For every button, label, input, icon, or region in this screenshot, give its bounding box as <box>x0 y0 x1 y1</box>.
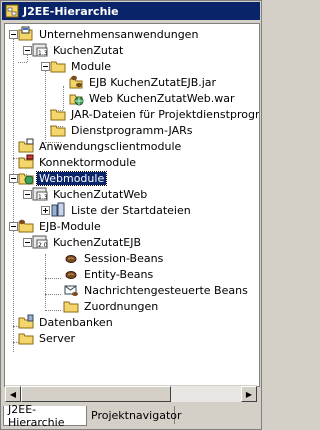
tree-item-label: Anwendungsclientmodule <box>39 139 182 153</box>
tree-item-label: JAR-Dateien für Projektdienstprogramme <box>71 107 260 121</box>
tree-item-utility-jars[interactable]: Dienstprogramm-JARs <box>50 122 195 138</box>
tree-item-label: Unternehmensanwendungen <box>39 27 199 41</box>
tree-item-application-client-modules[interactable]: Anwendungsclientmodule <box>18 138 183 154</box>
folder-icon <box>50 109 66 121</box>
tree-item-message-driven-beans[interactable]: Nachrichtengesteuerte Beans <box>63 282 250 298</box>
tree-item-label: KuchenZutatWeb <box>53 187 148 201</box>
tree-item-label: Dienstprogramm-JARs <box>71 123 193 137</box>
tree-item-kuchenzutat[interactable]: 1.3 KuchenZutat <box>32 42 125 58</box>
ejb-module-icon <box>69 75 83 89</box>
j2ee-tree[interactable]: Unternehmensanwendungen 1.3 KuchenZutat … <box>4 23 260 387</box>
folder-icon <box>63 301 79 313</box>
tree-item-label: Webmodule <box>35 170 108 186</box>
view-title: J2EE-Hierarchie <box>23 4 119 18</box>
j2ee-hierarchy-icon <box>5 4 19 18</box>
web-project-icon: 1.3 <box>32 187 48 201</box>
version-badge: 1.3 <box>38 194 48 201</box>
view-title-bar[interactable]: J2EE-Hierarchie <box>2 2 260 20</box>
scroll-left-button[interactable]: ◀ <box>5 386 21 402</box>
web-module-icon <box>69 94 84 106</box>
scroll-right-button[interactable]: ▶ <box>241 386 257 402</box>
tree-line <box>45 278 61 279</box>
tree-item-session-beans[interactable]: Session-Beans <box>63 250 165 266</box>
tree-item-module[interactable]: Module <box>50 58 113 74</box>
tree-item-label: Zuordnungen <box>84 299 159 313</box>
tree-item-mappings[interactable]: Zuordnungen <box>63 298 160 314</box>
tree-item-enterprise-applications[interactable]: Unternehmensanwendungen <box>18 26 200 42</box>
tree-item-servers[interactable]: Server <box>18 330 77 346</box>
tree-line <box>13 38 14 352</box>
tree-item-project-utility-jars[interactable]: JAR-Dateien für Projektdienstprogramme <box>50 106 260 122</box>
scrollbar-thumb[interactable] <box>21 386 171 402</box>
tree-item-label: Web KuchenZutatWeb.war <box>89 91 235 105</box>
ear-project-icon: 1.3 <box>32 43 48 57</box>
tree-item-entity-beans[interactable]: Entity-Beans <box>63 266 155 282</box>
tab-label: Projektnavigator <box>91 408 182 422</box>
tree-item-label: EJB KuchenZutatEJB.jar <box>89 75 217 89</box>
tree-item-label: KuchenZutat <box>53 43 124 57</box>
server-folder-icon <box>18 333 34 345</box>
tree-item-welcome-files[interactable]: Liste der Startdateien <box>50 202 193 218</box>
entity-bean-icon <box>65 271 77 279</box>
session-bean-icon <box>65 255 77 263</box>
tree-item-web-war[interactable]: Web KuchenZutatWeb.war <box>68 90 237 106</box>
ejb-project-icon: 2.0 <box>32 235 48 249</box>
tree-item-label: KuchenZutatEJB <box>53 235 142 249</box>
j2ee-view-frame: J2EE-Hierarchie Unternehmensanwendungen … <box>0 0 262 430</box>
tree-item-label: Liste der Startdateien <box>71 203 191 217</box>
connector-folder-icon <box>18 154 34 169</box>
collapse-toggle[interactable] <box>23 190 32 199</box>
tree-item-label: Session-Beans <box>84 251 164 265</box>
collapse-toggle[interactable] <box>9 174 18 183</box>
tree-line <box>18 62 27 63</box>
tree-item-databases[interactable]: Datenbanken <box>18 314 115 330</box>
tree-item-label: EJB-Module <box>39 219 101 233</box>
collapse-toggle[interactable] <box>41 62 50 71</box>
tree-line <box>27 54 28 62</box>
tree-item-label: Entity-Beans <box>84 267 154 281</box>
collapse-toggle[interactable] <box>9 30 18 39</box>
message-bean-icon <box>64 285 78 296</box>
database-folder-icon <box>18 314 34 329</box>
tree-item-ejb-jar[interactable]: EJB KuchenZutatEJB.jar <box>68 74 218 90</box>
tree-item-kuchenzutatweb[interactable]: 1.3 KuchenZutatWeb <box>32 186 149 202</box>
tree-item-connector-modules[interactable]: Konnektormodule <box>18 154 138 170</box>
welcome-files-icon <box>51 202 65 217</box>
tree-item-label: Nachrichtengesteuerte Beans <box>84 283 248 297</box>
tree-item-label: Datenbanken <box>39 315 113 329</box>
client-folder-icon <box>18 138 34 153</box>
tree-line <box>45 254 46 308</box>
tree-line <box>45 70 46 140</box>
tab-j2ee-hierarchy[interactable]: J2EE-Hierarchie <box>3 402 87 429</box>
tree-item-ejb-modules[interactable]: EJB-Module <box>18 218 103 234</box>
tree-line <box>45 310 61 311</box>
web-folder-icon <box>18 173 34 185</box>
tree-item-label: Konnektormodule <box>39 155 137 169</box>
ejb-folder-icon <box>18 219 34 233</box>
enterprise-app-icon <box>18 26 33 41</box>
tree-item-label: Module <box>71 59 111 73</box>
tree-item-kuchenzutatejb[interactable]: 2.0 KuchenZutatEJB <box>32 234 143 250</box>
expand-toggle[interactable] <box>41 206 50 215</box>
collapse-toggle[interactable] <box>23 46 32 55</box>
tree-item-web-modules[interactable]: Webmodule <box>18 170 108 186</box>
folder-icon <box>50 125 66 137</box>
version-badge: 1.3 <box>38 50 48 57</box>
view-tabs: J2EE-Hierarchie Projektnavigator <box>3 402 259 429</box>
version-badge: 2.0 <box>38 242 48 249</box>
tab-label: J2EE-Hierarchie <box>8 402 65 429</box>
collapse-toggle[interactable] <box>9 222 18 231</box>
folder-icon <box>50 61 66 73</box>
tab-project-navigator[interactable]: Projektnavigator <box>87 406 182 424</box>
horizontal-scrollbar[interactable]: ◀ ▶ <box>5 385 257 402</box>
tree-item-label: Server <box>39 331 76 345</box>
collapse-toggle[interactable] <box>23 238 32 247</box>
tree-line <box>45 294 61 295</box>
